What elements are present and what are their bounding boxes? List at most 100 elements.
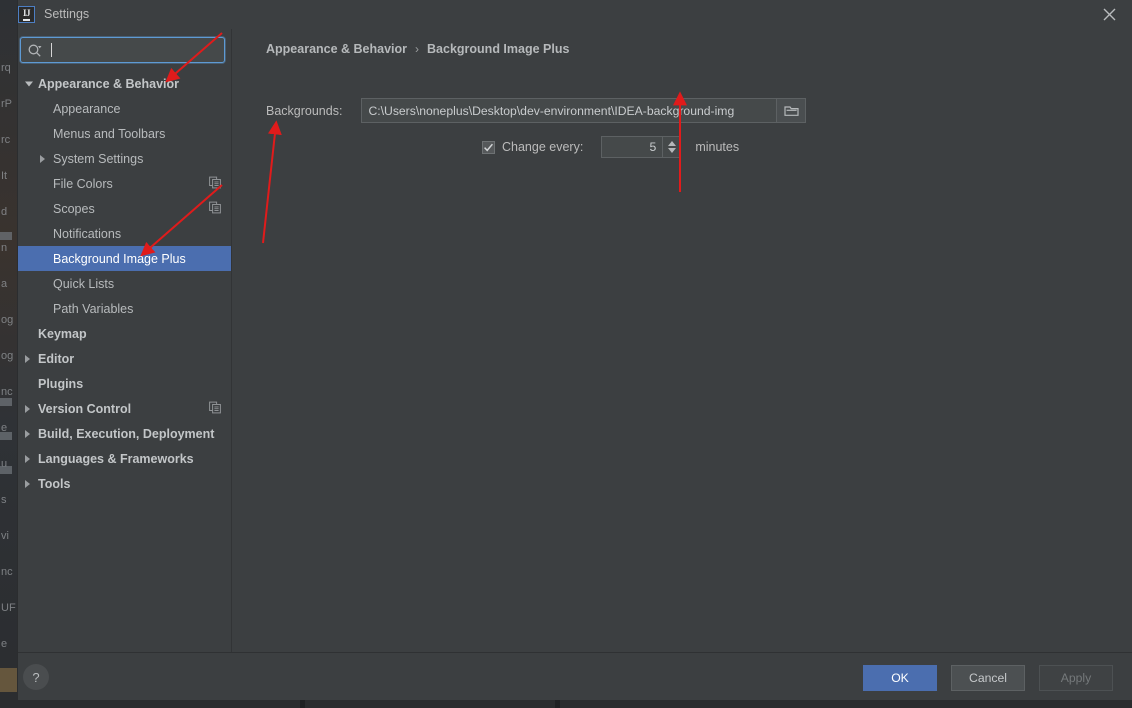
search-box[interactable] <box>20 37 225 63</box>
change-every-label: Change every: <box>502 140 584 154</box>
sidebar-item-notifications[interactable]: Notifications <box>18 221 231 246</box>
copy-settings-icon[interactable] <box>209 401 221 416</box>
apply-button: Apply <box>1039 665 1113 691</box>
triangle-right-icon[interactable] <box>25 454 30 463</box>
sidebar-item-label: Keymap <box>38 326 87 341</box>
screen-root: rq rP rc It d n a og og nc e u s vi nc UF e IJ Settings <box>0 0 1132 708</box>
help-button[interactable]: ? <box>23 664 49 690</box>
sidebar-item-version-control[interactable]: Version Control <box>18 396 231 421</box>
triangle-right-icon[interactable] <box>40 154 45 163</box>
backdrop-text: nc <box>1 386 13 398</box>
backdrop-text: rq <box>1 62 11 74</box>
dialog-footer: ? OK Cancel Apply <box>18 652 1132 701</box>
sidebar-item-label: Appearance <box>53 101 121 116</box>
settings-tree: Appearance & Behavior Appearance Menus and… <box>18 71 231 496</box>
dialog-title: Settings <box>44 7 90 21</box>
backdrop-text: og <box>1 350 14 362</box>
interval-spinner[interactable]: 5 <box>601 136 682 158</box>
ide-backdrop-strip: rq rP rc It d n a og og nc e u s vi nc UF e <box>0 0 18 708</box>
sidebar-item-label: Scopes <box>53 201 95 216</box>
sidebar-item-editor[interactable]: Editor <box>18 346 231 371</box>
sidebar-item-label: System Settings <box>53 151 144 166</box>
sidebar-item-languages-frameworks[interactable]: Languages & Frameworks <box>18 446 231 471</box>
intellij-idea-logo-icon: IJ <box>18 6 35 23</box>
backdrop-text: og <box>1 314 14 326</box>
breadcrumb: Appearance & Behavior › Background Image… <box>266 42 569 56</box>
chevron-down-icon[interactable] <box>667 148 676 153</box>
backgrounds-path-field[interactable]: C:\Users\noneplus\Desktop\dev-environmen… <box>361 98 807 123</box>
sidebar-item-plugins[interactable]: Plugins <box>18 371 231 396</box>
sidebar-item-appearance[interactable]: Appearance <box>18 96 231 121</box>
backdrop-chip <box>0 432 12 440</box>
sidebar-item-keymap[interactable]: Keymap <box>18 321 231 346</box>
backdrop-text: UF <box>1 602 16 614</box>
backdrop-text: vi <box>1 530 9 542</box>
sidebar-item-path-variables[interactable]: Path Variables <box>18 296 231 321</box>
sidebar-item-file-colors[interactable]: File Colors <box>18 171 231 196</box>
sidebar-item-label: Build, Execution, Deployment <box>38 426 215 441</box>
backdrop-chip <box>0 232 12 240</box>
spinner-stepper[interactable] <box>662 137 681 157</box>
backgrounds-path-value: C:\Users\noneplus\Desktop\dev-environmen… <box>368 103 735 118</box>
sidebar-item-label: Path Variables <box>53 301 134 316</box>
backdrop-text: nc <box>1 566 13 578</box>
settings-dialog: IJ Settings Appearance & Behavior Appear… <box>18 0 1132 701</box>
copy-settings-icon[interactable] <box>209 201 221 216</box>
triangle-down-icon[interactable] <box>25 81 33 86</box>
sidebar-item-label: Tools <box>38 476 71 491</box>
backdrop-chip <box>0 398 12 406</box>
sidebar-item-label: Languages & Frameworks <box>38 451 194 466</box>
triangle-right-icon[interactable] <box>25 479 30 488</box>
backdrop-chip <box>0 466 12 474</box>
ok-button[interactable]: OK <box>863 665 937 691</box>
breadcrumb-current: Background Image Plus <box>427 42 570 56</box>
backdrop-text: a <box>1 278 8 290</box>
sidebar-item-build-execution-deployment[interactable]: Build, Execution, Deployment <box>18 421 231 446</box>
search-icon <box>27 43 43 59</box>
breadcrumb-separator-icon: › <box>415 42 420 56</box>
backdrop-text: rP <box>1 98 12 110</box>
sidebar-item-label: Appearance & Behavior <box>38 76 180 91</box>
backgrounds-label: Backgrounds: <box>266 103 343 118</box>
backdrop-text: n <box>1 242 8 254</box>
sidebar-item-background-image-plus[interactable]: Background Image Plus <box>18 246 231 271</box>
sidebar-item-label: Background Image Plus <box>53 251 186 266</box>
sidebar-item-scopes[interactable]: Scopes <box>18 196 231 221</box>
close-icon[interactable] <box>1086 0 1132 29</box>
breadcrumb-parent[interactable]: Appearance & Behavior <box>266 42 407 56</box>
sidebar-item-label: Menus and Toolbars <box>53 126 166 141</box>
settings-sidebar: Appearance & Behavior Appearance Menus and… <box>18 29 232 652</box>
triangle-right-icon[interactable] <box>25 404 30 413</box>
sidebar-item-label: Version Control <box>38 401 132 416</box>
interval-units-label: minutes <box>695 140 740 154</box>
backdrop-text: s <box>1 494 7 506</box>
os-taskbar-strip <box>0 700 1132 708</box>
search-input[interactable] <box>53 41 222 61</box>
sidebar-item-system-settings[interactable]: System Settings <box>18 146 231 171</box>
sidebar-item-appearance-behavior[interactable]: Appearance & Behavior <box>18 71 231 96</box>
sidebar-item-label: Quick Lists <box>53 276 115 291</box>
sidebar-item-tools[interactable]: Tools <box>18 471 231 496</box>
backdrop-text: It <box>1 170 8 182</box>
sidebar-item-menus-and-toolbars[interactable]: Menus and Toolbars <box>18 121 231 146</box>
sidebar-item-label: Editor <box>38 351 75 366</box>
sidebar-item-label: File Colors <box>53 176 113 191</box>
interval-value: 5 <box>649 140 657 154</box>
chevron-up-icon[interactable] <box>667 141 676 146</box>
backdrop-bar <box>0 668 18 692</box>
backdrop-text: rc <box>1 134 11 146</box>
change-every-row: Change every: 5 minutes <box>482 136 739 158</box>
folder-icon[interactable] <box>776 99 806 122</box>
backgrounds-row: Backgrounds: C:\Users\noneplus\Desktop\d… <box>266 98 807 123</box>
backdrop-text: d <box>1 206 8 218</box>
sidebar-item-label: Notifications <box>53 226 122 241</box>
change-every-checkbox[interactable] <box>482 140 495 154</box>
cancel-button[interactable]: Cancel <box>951 665 1025 691</box>
triangle-right-icon[interactable] <box>25 354 30 363</box>
copy-settings-icon[interactable] <box>209 176 221 191</box>
triangle-right-icon[interactable] <box>25 429 30 438</box>
sidebar-item-label: Plugins <box>38 376 84 391</box>
search-caret <box>51 43 52 57</box>
dialog-titlebar: IJ Settings <box>18 0 1132 30</box>
sidebar-item-quick-lists[interactable]: Quick Lists <box>18 271 231 296</box>
